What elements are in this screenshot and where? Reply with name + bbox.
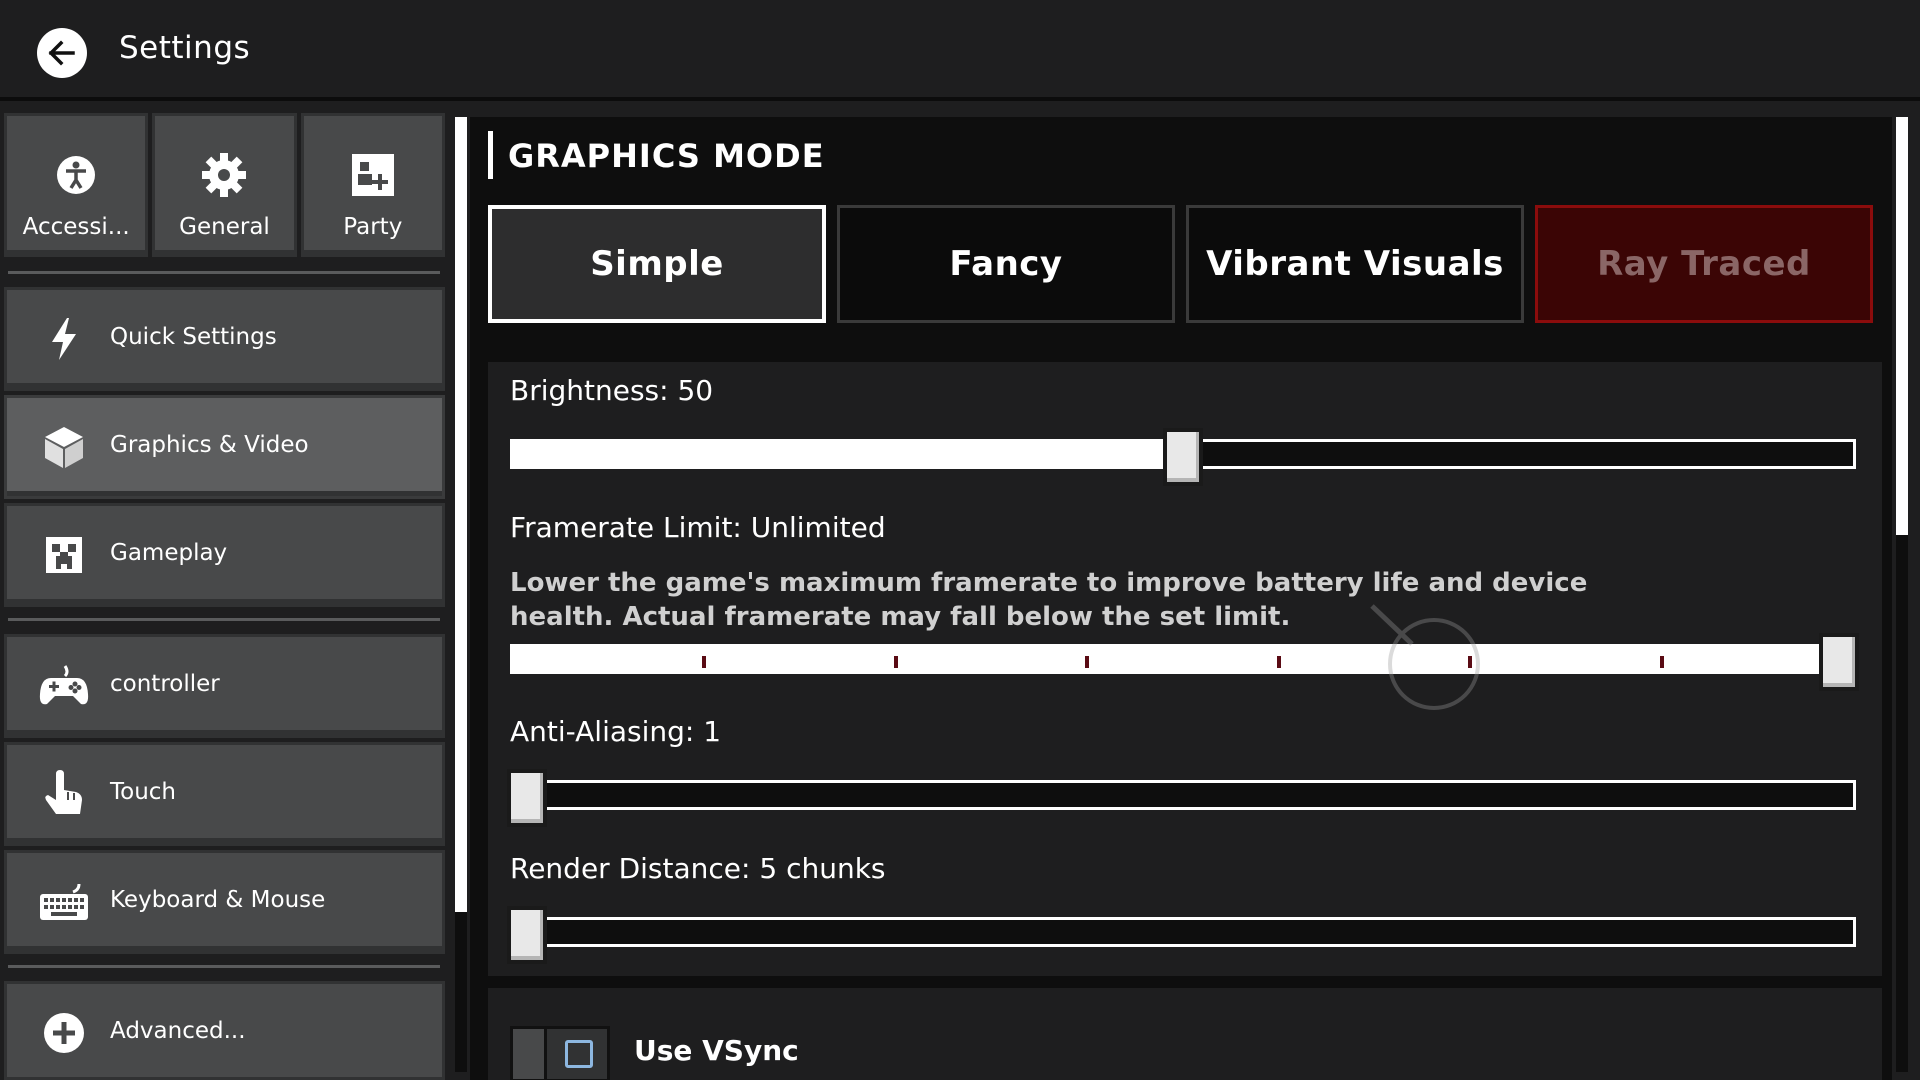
framerate-tick-mark (1659, 656, 1664, 668)
page-title: Settings (119, 30, 251, 66)
brightness-slider[interactable] (510, 428, 1856, 486)
sidebar-item-label: Touch (110, 779, 177, 805)
anti-aliasing-slider[interactable] (507, 769, 1856, 827)
touch-hand-icon (39, 769, 89, 819)
sidebar-item-label: Gameplay (110, 540, 228, 566)
toggle-off-icon (565, 1040, 593, 1068)
framerate-slider[interactable] (510, 633, 1859, 691)
tab-general[interactable]: General (152, 113, 297, 257)
brightness-label: Brightness: 50 (510, 374, 714, 407)
gamepad-icon (39, 661, 89, 711)
accessibility-icon (53, 152, 99, 198)
mode-simple-button[interactable]: Simple (488, 205, 826, 323)
plus-circle-icon (39, 1008, 89, 1058)
tab-party[interactable]: Party (300, 113, 445, 257)
render-distance-label: Render Distance: 5 chunks (510, 852, 886, 885)
anti-aliasing-slider-knob[interactable] (507, 769, 547, 827)
mode-ray-traced-button[interactable]: Ray Traced (1535, 205, 1873, 323)
sidebar-item-graphics-video[interactable]: Graphics & Video (4, 395, 445, 499)
brightness-slider-fill (513, 442, 1183, 466)
tab-label: Party (343, 214, 403, 240)
framerate-tick-mark (702, 656, 707, 668)
render-distance-slider-knob[interactable] (507, 906, 547, 964)
lightning-icon (39, 314, 89, 364)
sidebar-item-label: Advanced... (110, 1018, 246, 1044)
party-icon (350, 152, 396, 198)
sidebar-item-controller[interactable]: controller (4, 634, 445, 738)
toggle-knob (513, 1029, 547, 1079)
top-tabs: Accessi... General Party (4, 113, 445, 257)
anti-aliasing-label: Anti-Aliasing: 1 (510, 715, 722, 748)
back-button[interactable] (37, 28, 87, 78)
content-scrollbar-thumb[interactable] (1896, 117, 1908, 535)
arrow-left-icon (48, 40, 75, 66)
tab-label: General (179, 214, 270, 240)
vsync-label: Use VSync (634, 1034, 799, 1067)
sidebar-item-label: controller (110, 671, 220, 697)
loading-spinner-icon (1370, 604, 1480, 710)
divider (8, 618, 440, 621)
settings-content: GRAPHICS MODE Simple Fancy Vibrant Visua… (470, 117, 1892, 1080)
vsync-panel: Use VSync (488, 988, 1882, 1080)
framerate-slider-knob[interactable] (1819, 633, 1859, 691)
sidebar-item-advanced[interactable]: Advanced... (4, 981, 445, 1080)
cube-icon (39, 422, 89, 472)
tab-label: Accessi... (22, 214, 130, 240)
header-bar: Settings (0, 0, 1920, 101)
settings-screen: Settings Accessi... General Party Quick … (0, 0, 1920, 1080)
sidebar-item-label: Quick Settings (110, 324, 277, 350)
sidebar-item-quick-settings[interactable]: Quick Settings (4, 287, 445, 391)
keyboard-icon (39, 877, 89, 927)
vsync-toggle[interactable] (510, 1026, 610, 1080)
creeper-icon (39, 530, 89, 580)
sidebar-item-label: Keyboard & Mouse (110, 887, 326, 913)
sidebar-item-touch[interactable]: Touch (4, 742, 445, 846)
brightness-slider-knob[interactable] (1163, 428, 1203, 486)
mode-fancy-button[interactable]: Fancy (837, 205, 1175, 323)
section-accent-bar (488, 131, 493, 179)
framerate-label: Framerate Limit: Unlimited (510, 511, 886, 544)
framerate-tick-mark (1085, 656, 1090, 668)
sidebar: Accessi... General Party Quick Settings … (0, 105, 450, 1080)
mode-vibrant-visuals-button[interactable]: Vibrant Visuals (1186, 205, 1524, 323)
settings-panel: Brightness: 50 Framerate Limit: Unlimite… (488, 362, 1882, 976)
sidebar-item-keyboard-mouse[interactable]: Keyboard & Mouse (4, 850, 445, 954)
gear-icon (201, 152, 247, 198)
sidebar-item-label: Graphics & Video (110, 432, 309, 458)
render-distance-slider[interactable] (507, 906, 1856, 964)
tab-accessibility[interactable]: Accessi... (4, 113, 149, 257)
divider (8, 965, 440, 968)
sidebar-item-gameplay[interactable]: Gameplay (4, 503, 445, 607)
section-title: GRAPHICS MODE (508, 137, 825, 175)
framerate-tick-mark (1276, 656, 1281, 668)
divider (8, 271, 440, 274)
framerate-slider-fill (513, 647, 1853, 671)
framerate-tick-mark (893, 656, 898, 668)
sidebar-scrollbar-thumb[interactable] (455, 117, 467, 912)
